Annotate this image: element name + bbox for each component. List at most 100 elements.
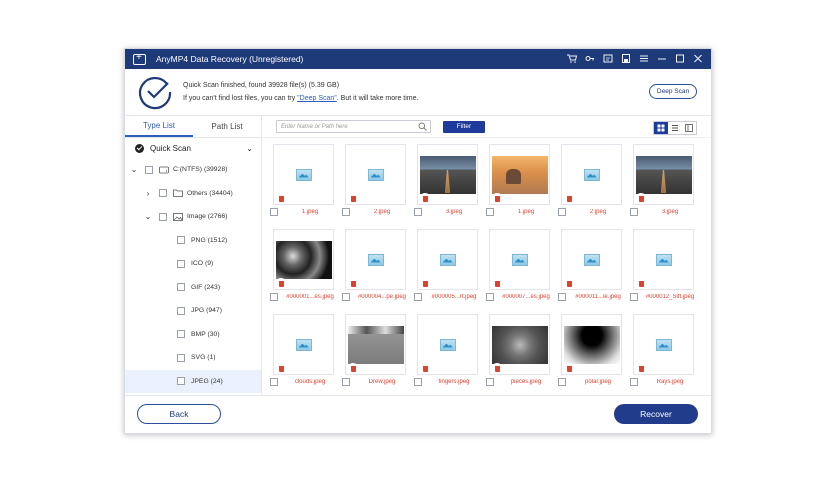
file-thumbnail[interactable] [273,144,334,205]
file-card[interactable]: 3.jpeg [630,144,702,229]
file-card[interactable]: #000012_Sift.jpeg [630,229,702,314]
checkbox[interactable] [177,236,185,245]
file-thumbnail[interactable] [273,314,334,375]
file-thumbnail[interactable] [345,314,406,375]
checkbox[interactable] [177,330,185,339]
file-checkbox[interactable] [270,208,278,216]
checkbox[interactable] [177,353,185,362]
tree-item-gif[interactable]: GIF (243) [125,276,261,300]
tree-item-drive[interactable]: ⌄ C:(NTFS) (39928) [125,158,261,182]
tree-item-others[interactable]: › Others (34404) [125,182,261,206]
list-view-icon[interactable] [668,122,682,134]
tree-item-ico[interactable]: ICO (9) [125,252,261,276]
file-card[interactable]: #000005...rt.jpeg [414,229,486,314]
checkbox[interactable] [177,306,185,315]
key-icon[interactable] [581,54,599,65]
tree-item-svg[interactable]: SVG (1) [125,346,261,370]
recover-button[interactable]: Recover [614,404,698,424]
file-card[interactable]: Rays.jpeg [630,314,702,399]
file-thumbnail[interactable] [633,314,694,375]
scan-mode-selector[interactable]: Quick Scan ⌄ [125,138,261,158]
file-checkbox[interactable] [342,208,350,216]
file-card[interactable]: 2.jpeg [558,144,630,229]
file-card[interactable]: Drew.jpeg [342,314,414,399]
file-thumbnail[interactable] [345,229,406,290]
tab-type-list[interactable]: Type List [125,116,193,137]
cart-icon[interactable] [563,54,581,65]
chevron-down-icon[interactable]: ⌄ [246,144,253,153]
file-checkbox[interactable] [414,293,422,301]
file-thumbnail[interactable] [417,144,478,205]
file-card[interactable]: fingers.jpeg [414,314,486,399]
checkbox[interactable] [177,377,185,386]
file-checkbox[interactable] [342,293,350,301]
file-checkbox[interactable] [270,293,278,301]
file-checkbox[interactable] [342,378,350,386]
checkbox[interactable] [177,283,185,292]
tree-item-image[interactable]: ⌄ Image (2766) [125,205,261,229]
file-card[interactable]: #000001...es.jpeg [270,229,342,314]
tree-item-jpeg[interactable]: JPEG (24) [125,369,261,393]
file-checkbox[interactable] [414,378,422,386]
chevron-down-icon[interactable]: ⌄ [143,212,153,221]
file-card[interactable]: polar.jpeg [558,314,630,399]
search-icon[interactable] [418,122,427,131]
minimize-icon[interactable] [653,54,671,65]
file-checkbox[interactable] [486,208,494,216]
file-thumbnail[interactable] [633,144,694,205]
checkbox[interactable] [177,259,185,268]
file-checkbox[interactable] [630,293,638,301]
tab-path-list[interactable]: Path List [193,116,261,137]
file-card[interactable]: #000007...es.jpeg [486,229,558,314]
file-checkbox[interactable] [558,208,566,216]
chevron-right-icon[interactable]: › [143,189,153,198]
tree-item-bmp[interactable]: BMP (30) [125,323,261,347]
file-thumbnail[interactable] [561,229,622,290]
file-checkbox[interactable] [558,293,566,301]
deep-scan-button[interactable]: Deep Scan [649,84,697,99]
file-checkbox[interactable] [486,378,494,386]
file-thumbnail[interactable] [489,314,550,375]
file-thumbnail[interactable] [489,229,550,290]
checkbox[interactable] [159,212,167,221]
checkbox[interactable] [145,165,153,174]
file-thumbnail[interactable] [273,229,334,290]
maximize-icon[interactable] [671,54,689,65]
file-card[interactable]: 3.jpeg [414,144,486,229]
file-card[interactable]: 1.jpeg [270,144,342,229]
register-icon[interactable] [599,54,617,65]
file-thumbnail[interactable] [561,144,622,205]
file-thumbnail[interactable] [633,229,694,290]
file-thumbnail[interactable] [345,144,406,205]
file-checkbox[interactable] [414,208,422,216]
file-checkbox[interactable] [630,208,638,216]
tree-item-jpg[interactable]: JPG (947) [125,299,261,323]
file-checkbox[interactable] [486,293,494,301]
file-checkbox[interactable] [270,378,278,386]
menu-icon[interactable] [635,54,653,65]
file-card[interactable]: pieces.jpeg [486,314,558,399]
detail-view-icon[interactable] [682,122,696,134]
file-card[interactable]: #000004...pe.jpeg [342,229,414,314]
file-card[interactable]: 1.jpeg [486,144,558,229]
file-card[interactable]: clouds.jpeg [270,314,342,399]
image-placeholder-icon [439,253,456,266]
search-input[interactable]: Enter Name or Path here [276,120,431,133]
file-card[interactable]: #000011...le.jpeg [558,229,630,314]
file-thumbnail[interactable] [417,229,478,290]
tree-item-png[interactable]: PNG (1512) [125,229,261,253]
file-checkbox[interactable] [630,378,638,386]
file-checkbox[interactable] [558,378,566,386]
filter-button[interactable]: Filter [443,120,485,133]
save-icon[interactable] [617,54,635,65]
file-thumbnail[interactable] [489,144,550,205]
file-thumbnail[interactable] [561,314,622,375]
file-card[interactable]: 2.jpeg [342,144,414,229]
file-thumbnail[interactable] [417,314,478,375]
back-button[interactable]: Back [137,404,221,424]
deep-scan-link[interactable]: "Deep Scan" [297,95,337,102]
grid-view-icon[interactable] [654,122,668,134]
checkbox[interactable] [159,189,167,198]
close-icon[interactable] [689,54,707,65]
chevron-down-icon[interactable]: ⌄ [129,165,139,174]
